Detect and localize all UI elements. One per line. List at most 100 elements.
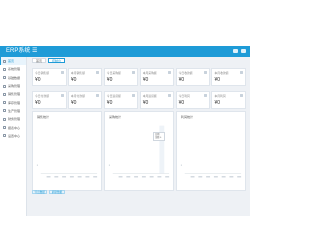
stat-value: ¥0 (214, 77, 221, 83)
x-tick-label (206, 176, 211, 178)
bottom-actions: 导出数据 刷新数据 (32, 190, 65, 194)
sidebar-item-settings[interactable]: 设置中心 (0, 132, 26, 140)
x-tick-label (77, 176, 82, 178)
line-chart (36, 164, 98, 178)
stat-label: 本月付款额 (70, 94, 85, 98)
sidebar-item-inventory[interactable]: 库存管理 (0, 98, 26, 106)
sidebar-item-purchase[interactable]: 采购管理 (0, 82, 26, 90)
refresh-button[interactable]: 刷新数据 (49, 190, 65, 194)
x-tick-label (237, 176, 242, 178)
stat-value: ¥0 (35, 77, 41, 83)
stat-value: ¥0 (70, 100, 77, 106)
stat-value: ¥0 (142, 100, 149, 106)
stat-label: 今日利润 (178, 94, 190, 98)
top-bar: ERP系统 ☰ (0, 46, 250, 57)
x-tick-label (54, 176, 59, 178)
top-actions (233, 49, 246, 53)
stat-card: 本月利润 ¥0 (211, 91, 246, 109)
stat-card: 今日收款额 ¥0 (175, 68, 211, 86)
stat-card: 今日退货额 ¥0 (103, 91, 139, 109)
x-tick-label (213, 176, 218, 178)
stat-card: 今日采购额 ¥0 (103, 68, 139, 86)
factory-icon (3, 109, 6, 113)
sidebar-item-label: 首页 (8, 59, 15, 64)
chart-icon (240, 94, 243, 97)
stat-value: ¥0 (178, 100, 185, 106)
tab-dashboard[interactable]: 控制台 (48, 58, 66, 63)
chart-panel-profit: 利润统计 (176, 111, 246, 191)
report-icon (3, 126, 6, 130)
chart-panel-sales: 销售统计 (32, 111, 102, 191)
stat-label: 本月销售额 (70, 71, 85, 75)
sidebar-item-basic-data[interactable]: 基础数据 (0, 74, 26, 82)
stat-value: ¥0 (178, 77, 185, 83)
stat-value: ¥0 (142, 77, 149, 83)
money-icon (3, 117, 6, 121)
notification-icon[interactable] (233, 49, 238, 53)
tab-home[interactable]: 首页 (32, 58, 47, 63)
chart-icon (132, 71, 136, 74)
stat-card: 本月付款额 ¥0 (67, 91, 103, 109)
sidebar: 首页 系统管理 基础数据 采购管理 销售管理 库存管理 生产管理 财务管理 报表… (0, 57, 27, 216)
x-tick-label (126, 176, 131, 178)
tooltip-line: 金额 0 (155, 137, 162, 139)
stat-card: 本月销售额 ¥0 (67, 68, 103, 86)
stat-label: 本月退货额 (142, 94, 157, 98)
screenshot-canvas: ERP系统 ☰ 首页 系统管理 基础数据 采购管理 销售管理 库存管理 生产管理… (0, 0, 250, 250)
chart-icon (240, 71, 243, 74)
x-tick-label (93, 176, 98, 178)
sidebar-item-sales[interactable]: 销售管理 (0, 90, 26, 98)
settings-icon (3, 67, 6, 71)
stat-value: ¥0 (214, 100, 221, 106)
stat-label: 今日销售额 (35, 71, 49, 75)
stat-grid: 今日销售额 ¥0 本月销售额 ¥0 今日采购额 ¥0 本月采购额 ¥0 今日收款额 ¥0 … (32, 68, 246, 109)
x-tick-label (229, 176, 234, 178)
x-tick-label (157, 176, 162, 178)
x-tick-label (165, 176, 170, 178)
box-icon (3, 101, 6, 105)
chart-icon (60, 94, 64, 97)
stat-card: 本月收款额 ¥0 (211, 68, 246, 86)
sidebar-item-finance[interactable]: 财务管理 (0, 115, 26, 123)
chart-icon (96, 71, 100, 74)
chart-icon (168, 94, 172, 97)
sidebar-item-label: 报表中心 (8, 125, 21, 130)
x-tick-label (190, 176, 195, 178)
y-tick-label (36, 164, 38, 166)
stat-value: ¥0 (106, 77, 113, 83)
stat-card: 今日销售额 ¥0 (32, 68, 67, 86)
x-tick-label (134, 176, 139, 178)
chart-icon (132, 94, 136, 97)
menu-toggle-icon[interactable]: ☰ (32, 48, 38, 55)
line-chart (180, 164, 242, 178)
chart-icon (168, 71, 172, 74)
y-tick-label (180, 164, 182, 166)
x-tick-label (221, 176, 226, 178)
sidebar-item-label: 设置中心 (8, 133, 21, 138)
sidebar-item-home[interactable]: 首页 (0, 57, 26, 66)
user-icon[interactable] (241, 49, 246, 53)
sidebar-item-production[interactable]: 生产管理 (0, 107, 26, 115)
x-tick-label (46, 176, 51, 178)
chart-tooltip: 日期 金额 0 (153, 132, 165, 141)
stat-value: ¥0 (106, 100, 113, 106)
x-tick-label (149, 176, 154, 178)
chart-icon (60, 71, 64, 74)
stat-label: 今日付款额 (35, 94, 49, 98)
export-button[interactable]: 导出数据 (32, 190, 48, 194)
app-title: ERP系统 (6, 48, 31, 54)
tab-bar: 首页 控制台 (28, 58, 250, 64)
stat-label: 本月利润 (214, 94, 226, 98)
x-tick-label (141, 176, 146, 178)
chart-icon (204, 71, 208, 74)
x-tick-label (118, 176, 123, 178)
stat-label: 今日退货额 (106, 94, 121, 98)
sales-icon (3, 92, 6, 96)
chart-icon (96, 94, 100, 97)
stat-value: ¥0 (70, 77, 77, 83)
x-tick-label (62, 176, 67, 178)
sidebar-item-system[interactable]: 系统管理 (0, 65, 26, 73)
home-icon (3, 59, 6, 63)
sidebar-item-reports[interactable]: 报表中心 (0, 123, 26, 131)
cart-icon (3, 84, 6, 88)
